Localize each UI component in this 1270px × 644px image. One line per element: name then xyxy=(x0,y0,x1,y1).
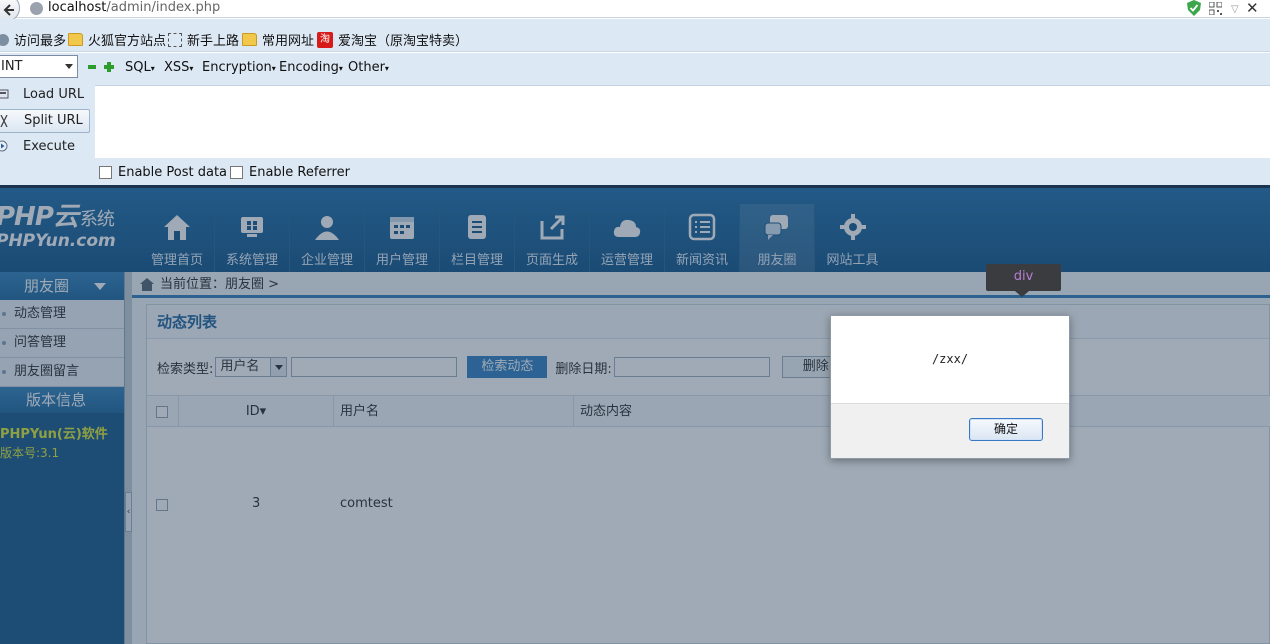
shield-icon[interactable] xyxy=(1187,0,1201,16)
folder-icon xyxy=(242,33,257,46)
bookmarks-toolbar: 访问最多 火狐官方站点 新手上路 常用网址 淘爱淘宝（原淘宝特卖） xyxy=(0,19,1270,52)
dashed-box-icon xyxy=(168,32,182,47)
bookmark-firefox-official[interactable]: 火狐官方站点 xyxy=(68,30,166,49)
bookmark-ai-taobao[interactable]: 淘爱淘宝（原淘宝特卖） xyxy=(317,30,468,49)
execute-button[interactable]: Execute xyxy=(0,135,90,159)
scissors-icon xyxy=(0,115,8,127)
dropdown-arrow-icon[interactable]: ▽ xyxy=(1231,4,1239,15)
hackbar-menu-encoding[interactable]: Encoding▾ xyxy=(279,60,343,75)
close-icon[interactable]: ✕ xyxy=(1246,0,1259,17)
hackbar-type-select[interactable]: INT xyxy=(0,55,78,78)
element-tooltip: div xyxy=(986,264,1061,297)
qr-code-icon[interactable] xyxy=(1209,2,1222,15)
plus-icon[interactable] xyxy=(104,62,114,72)
alert-footer: 确定 xyxy=(831,403,1069,458)
enable-referrer-checkbox[interactable]: Enable Referrer xyxy=(230,165,350,180)
hackbar-menu-sql[interactable]: SQL▾ xyxy=(125,60,155,75)
globe-icon xyxy=(30,2,43,15)
alert-message: /zxx/ xyxy=(931,352,969,366)
gear-icon xyxy=(0,33,9,46)
hackbar-menu-xss[interactable]: XSS▾ xyxy=(164,60,193,75)
load-url-button[interactable]: Load URL xyxy=(0,83,90,107)
hackbar-url-textarea[interactable] xyxy=(95,85,1270,158)
hackbar-menu-other[interactable]: Other▾ xyxy=(348,60,389,75)
enable-post-data-checkbox[interactable]: Enable Post data xyxy=(99,165,227,180)
load-url-icon xyxy=(0,89,9,99)
bookmark-common-sites[interactable]: 常用网址 xyxy=(242,30,314,49)
chevron-down-icon xyxy=(65,64,73,69)
bookmark-most-visited[interactable]: 访问最多 xyxy=(0,30,66,49)
hackbar-menu-encryption[interactable]: Encryption▾ xyxy=(202,60,276,75)
back-arrow-icon xyxy=(3,4,14,16)
ok-button[interactable]: 确定 xyxy=(969,418,1043,441)
minus-icon[interactable] xyxy=(88,65,96,69)
alert-dialog: /zxx/ 确定 xyxy=(830,315,1070,459)
modal-overlay xyxy=(0,188,1270,644)
taobao-icon: 淘 xyxy=(317,31,333,48)
url-bar[interactable]: localhost/admin/index.php ▽ ✕ xyxy=(0,0,1270,22)
hackbar: INT SQL▾ XSS▾ Encryption▾ Encoding▾ Othe… xyxy=(0,53,1270,185)
checkbox-box[interactable] xyxy=(230,166,243,179)
split-url-button[interactable]: Split URL xyxy=(0,109,90,133)
checkbox-box[interactable] xyxy=(99,166,112,179)
play-icon xyxy=(0,140,8,152)
folder-icon xyxy=(68,33,83,46)
bookmark-getting-started[interactable]: 新手上路 xyxy=(168,30,239,49)
url-text[interactable]: localhost/admin/index.php xyxy=(48,0,220,16)
